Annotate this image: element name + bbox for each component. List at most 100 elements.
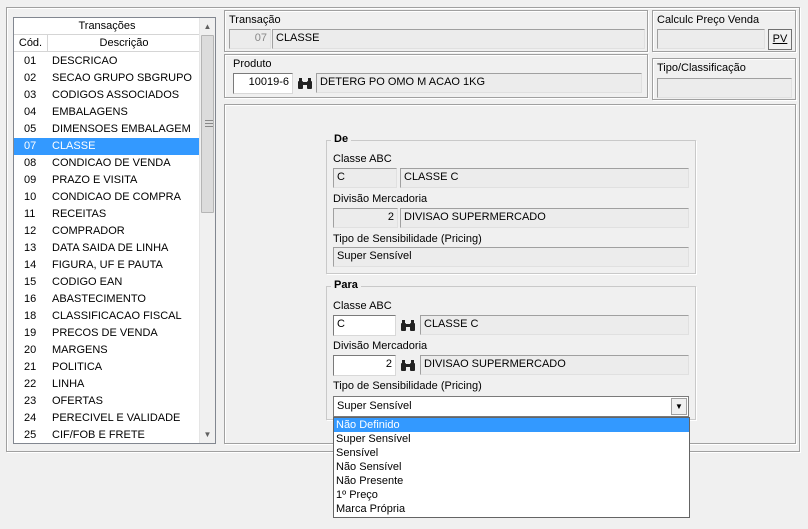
list-item[interactable]: 19 PRECOS DE VENDA [14, 325, 200, 342]
list-item[interactable]: 23 OFERTAS [14, 393, 200, 410]
list-item[interactable]: 22 LINHA [14, 376, 200, 393]
list-item[interactable]: 21 POLITICA [14, 359, 200, 376]
para-divisao-search-icon[interactable] [397, 355, 418, 376]
list-item-desc: DATA SAIDA DE LINHA [52, 242, 169, 254]
dropdown-option[interactable]: 1º Preço [334, 488, 689, 502]
list-item-desc: ABASTECIMENTO [52, 293, 146, 305]
list-item-code: 09 [24, 174, 37, 186]
list-item-code: 05 [24, 123, 37, 135]
list-item[interactable]: 08 CONDICAO DE VENDA [14, 155, 200, 172]
list-item[interactable]: 12 COMPRADOR [14, 223, 200, 240]
dropdown-option[interactable]: Super Sensível [334, 432, 689, 446]
produto-code-input[interactable]: 10019-6 [233, 73, 293, 94]
para-classe-search-icon[interactable] [397, 315, 418, 336]
transacao-desc-field: CLASSE [272, 29, 645, 49]
para-sens-label: Tipo de Sensibilidade (Pricing) [333, 380, 482, 392]
list-item-desc: CODIGOS ASSOCIADOS [52, 89, 180, 101]
produto-search-icon[interactable] [294, 73, 315, 94]
list-item-code: 25 [24, 429, 37, 441]
list-item[interactable]: 20 MARGENS [14, 342, 200, 359]
para-classe-code-input[interactable]: C [333, 315, 396, 336]
list-item-desc: MARGENS [52, 344, 108, 356]
dropdown-option[interactable]: Não Sensível [334, 460, 689, 474]
list-item-desc: EMBALAGENS [52, 106, 128, 118]
list-item[interactable]: 01 DESCRICAO [14, 53, 200, 70]
list-item-desc: CLASSIFICACAO FISCAL [52, 310, 182, 322]
list-item-code: 01 [24, 55, 37, 67]
list-item[interactable]: 15 CODIGO EAN [14, 274, 200, 291]
chevron-down-icon[interactable]: ▼ [671, 398, 687, 415]
list-item[interactable]: 03 CODIGOS ASSOCIADOS [14, 87, 200, 104]
list-item[interactable]: 25 CIF/FOB E FRETE [14, 427, 200, 443]
para-divisao-code-input[interactable]: 2 [333, 355, 396, 376]
col-header-desc[interactable]: Descrição [48, 35, 200, 51]
list-item-code: 12 [24, 225, 37, 237]
pv-button[interactable]: PV [768, 29, 792, 50]
list-item-desc: LINHA [52, 378, 85, 390]
list-item-desc: DESCRICAO [52, 55, 118, 67]
list-item-code: 07 [24, 140, 37, 152]
scroll-down-icon[interactable]: ▼ [200, 426, 215, 443]
col-header-code[interactable]: Cód. [14, 35, 48, 51]
de-classe-desc-field: CLASSE C [400, 168, 689, 188]
list-item-desc: PERECIVEL E VALIDADE [52, 412, 181, 424]
list-item-code: 20 [24, 344, 37, 356]
list-item-desc: RECEITAS [52, 208, 107, 220]
list-item-code: 23 [24, 395, 37, 407]
transacoes-list[interactable]: Transações Cód. Descrição 01 DESCRICAO 02 S… [13, 17, 216, 444]
scroll-thumb[interactable] [201, 35, 214, 213]
list-item-desc: CONDICAO DE VENDA [52, 157, 171, 169]
list-item[interactable]: 13 DATA SAIDA DE LINHA [14, 240, 200, 257]
list-item-code: 08 [24, 157, 37, 169]
de-classe-label: Classe ABC [333, 153, 392, 165]
para-divisao-desc-field: DIVISAO SUPERMERCADO [420, 355, 689, 375]
para-classe-desc-field: CLASSE C [420, 315, 689, 335]
list-item-code: 03 [24, 89, 37, 101]
produto-desc-field: DETERG PO OMO M ACAO 1KG [316, 73, 642, 93]
para-classe-label: Classe ABC [333, 300, 392, 312]
de-classe-code-field: C [333, 168, 397, 188]
dropdown-option[interactable]: Não Presente [334, 474, 689, 488]
dropdown-option[interactable]: Sensível [334, 446, 689, 460]
list-title: Transações [14, 18, 200, 35]
list-item[interactable]: 11 RECEITAS [14, 206, 200, 223]
list-item[interactable]: 04 EMBALAGENS [14, 104, 200, 121]
list-item-desc: POLITICA [52, 361, 103, 373]
list-item[interactable]: 18 CLASSIFICACAO FISCAL [14, 308, 200, 325]
de-divisao-label: Divisão Mercadoria [333, 193, 428, 205]
list-item-code: 15 [24, 276, 37, 288]
tipo-classificacao-label: Tipo/Classificação [657, 62, 746, 74]
para-divisao-label: Divisão Mercadoria [333, 340, 428, 352]
list-item-desc: CODIGO EAN [52, 276, 123, 288]
list-item-desc: OFERTAS [52, 395, 103, 407]
list-item[interactable]: 14 FIGURA, UF E PAUTA [14, 257, 200, 274]
list-item-desc: COMPRADOR [52, 225, 125, 237]
list-item[interactable]: 09 PRAZO E VISITA [14, 172, 200, 189]
transacao-code-field: 07 [229, 29, 271, 49]
dropdown-option[interactable]: Marca Própria [334, 502, 689, 516]
list-scrollbar[interactable]: ▲ ▼ [199, 18, 215, 443]
list-item[interactable]: 10 CONDICAO DE COMPRA [14, 189, 200, 206]
para-title: Para [331, 279, 361, 291]
list-item-code: 18 [24, 310, 37, 322]
para-sens-select[interactable]: Super Sensível ▼ [333, 396, 689, 417]
calculo-label: Calculc Preço Venda [657, 14, 760, 26]
de-divisao-desc-field: DIVISAO SUPERMERCADO [400, 208, 689, 228]
list-item[interactable]: 02 SECAO GRUPO SBGRUPO [14, 70, 200, 87]
list-item[interactable]: 07 CLASSE [14, 138, 200, 155]
list-body: 01 DESCRICAO 02 SECAO GRUPO SBGRUPO 03 CODIGO… [14, 53, 200, 443]
list-item[interactable]: 05 DIMENSOES EMBALAGEM [14, 121, 200, 138]
list-item[interactable]: 16 ABASTECIMENTO [14, 291, 200, 308]
para-sens-selected-value: Super Sensível [337, 400, 412, 412]
list-item-desc: SECAO GRUPO SBGRUPO [52, 72, 192, 84]
list-item-desc: FIGURA, UF E PAUTA [52, 259, 163, 271]
list-item[interactable]: 24 PERECIVEL E VALIDADE [14, 410, 200, 427]
list-item-desc: CIF/FOB E FRETE [52, 429, 145, 441]
list-item-code: 21 [24, 361, 37, 373]
scroll-up-icon[interactable]: ▲ [200, 18, 215, 35]
produto-label: Produto [233, 58, 272, 70]
list-item-code: 02 [24, 72, 37, 84]
list-item-code: 14 [24, 259, 37, 271]
para-sens-dropdown-list[interactable]: Não Definido Super Sensível Sensível Não Se… [333, 417, 690, 518]
dropdown-option[interactable]: Não Definido [334, 418, 689, 432]
